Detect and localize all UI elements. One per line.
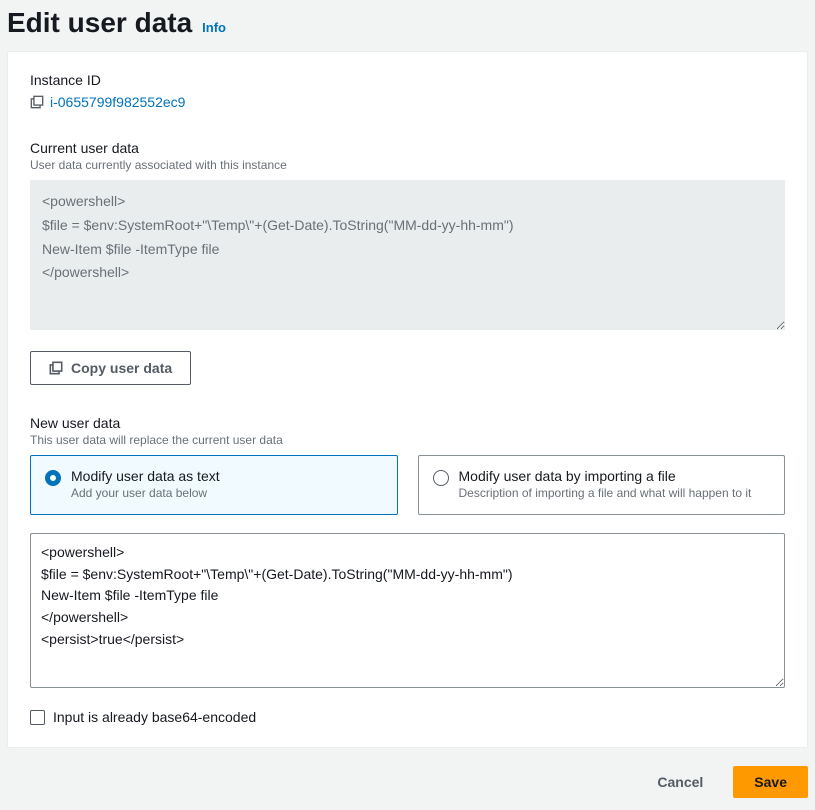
new-user-data-desc: This user data will replace the current … [30, 433, 785, 447]
copy-icon[interactable] [30, 95, 44, 109]
page-title: Edit user data [7, 7, 192, 39]
current-user-data-desc: User data currently associated with this… [30, 158, 785, 172]
radio-modify-as-text[interactable]: Modify user data as text Add your user d… [30, 455, 398, 515]
radio-desc: Description of importing a file and what… [459, 486, 771, 500]
info-link[interactable]: Info [202, 20, 226, 35]
new-user-data-section: New user data This user data will replac… [30, 415, 785, 725]
copy-user-data-button[interactable]: Copy user data [30, 351, 191, 385]
radio-import-file[interactable]: Modify user data by importing a file Des… [418, 455, 786, 515]
radio-circle-icon [433, 470, 449, 486]
footer-actions: Cancel Save [7, 748, 808, 798]
new-user-data-label: New user data [30, 415, 785, 431]
copy-icon [49, 361, 63, 375]
save-button[interactable]: Save [733, 766, 808, 798]
current-user-data-textarea [30, 180, 785, 330]
current-user-data-section: Current user data User data currently as… [30, 140, 785, 385]
base64-checkbox-label[interactable]: Input is already base64-encoded [53, 709, 256, 725]
copy-user-data-label: Copy user data [71, 360, 172, 376]
instance-id-link[interactable]: i-0655799f982552ec9 [50, 94, 185, 110]
radio-title: Modify user data by importing a file [459, 468, 771, 484]
radio-title: Modify user data as text [71, 468, 383, 484]
base64-checkbox[interactable] [30, 710, 45, 725]
cancel-button[interactable]: Cancel [637, 766, 723, 798]
instance-id-label: Instance ID [30, 72, 785, 88]
form-panel: Instance ID i-0655799f982552ec9 Current … [7, 51, 808, 748]
instance-id-field: Instance ID i-0655799f982552ec9 [30, 72, 785, 110]
radio-circle-icon [45, 470, 61, 486]
mode-radio-group: Modify user data as text Add your user d… [30, 455, 785, 515]
radio-desc: Add your user data below [71, 486, 383, 500]
current-user-data-label: Current user data [30, 140, 785, 156]
new-user-data-textarea[interactable] [30, 533, 785, 688]
